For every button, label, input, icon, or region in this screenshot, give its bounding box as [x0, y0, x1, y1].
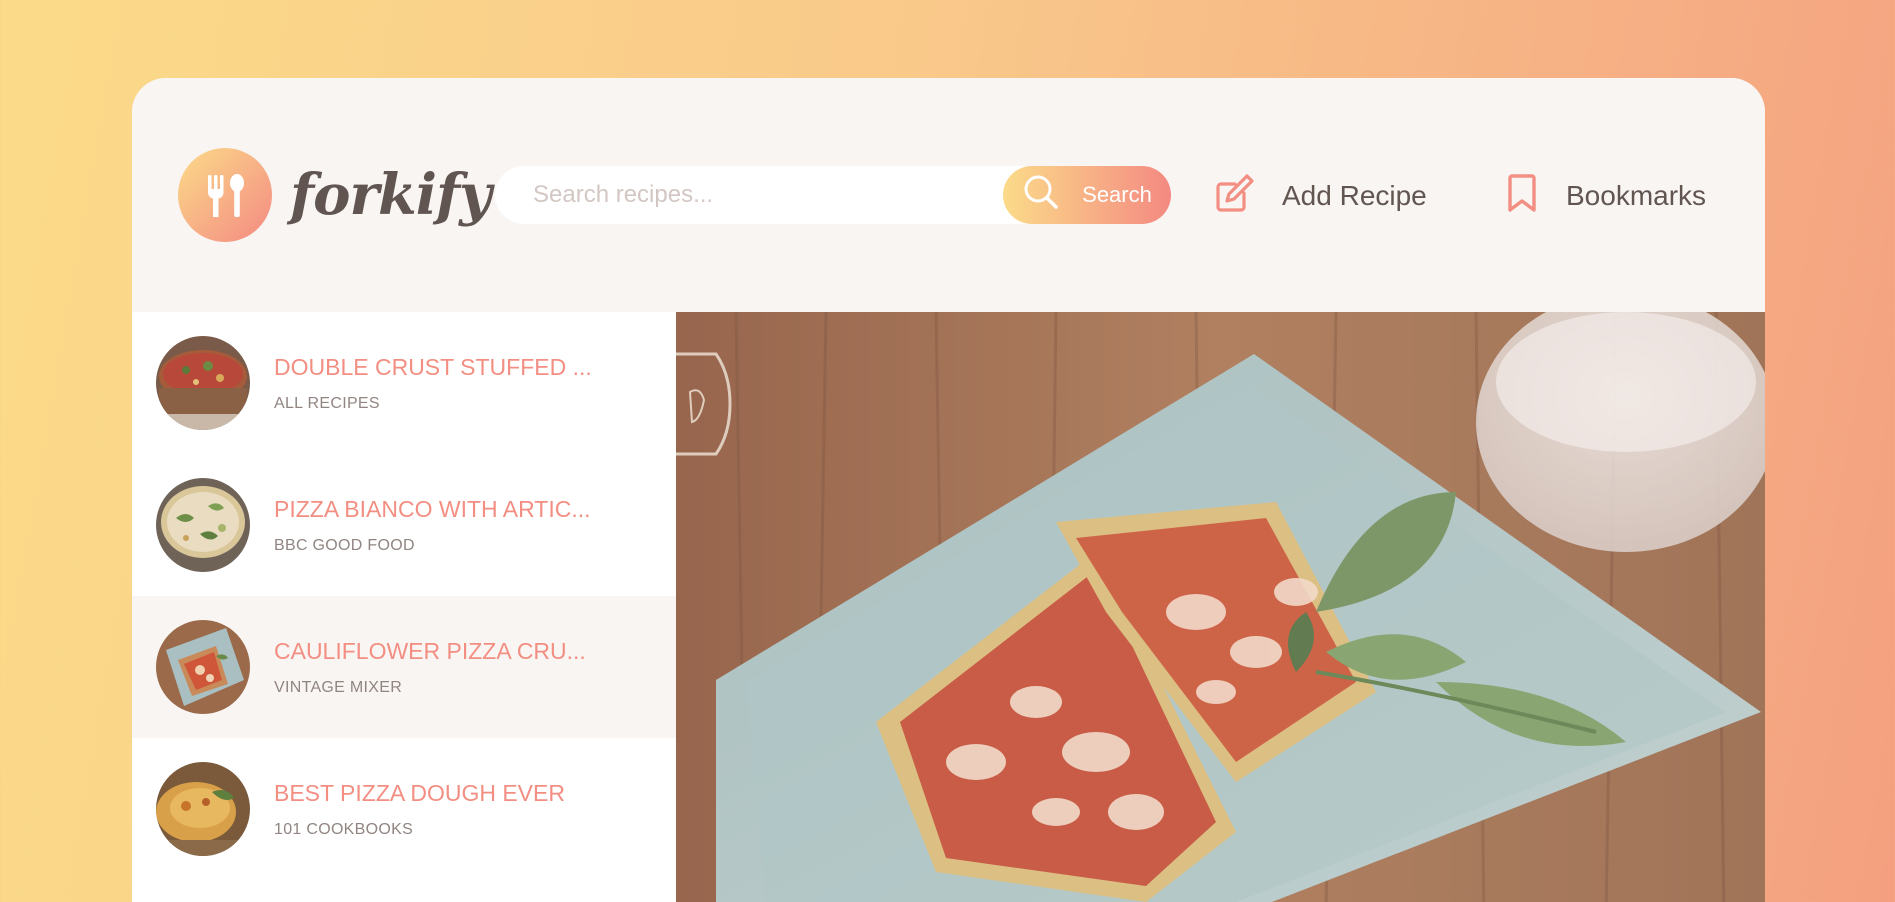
- fork-spoon-icon: [178, 148, 272, 242]
- result-text: Cauliflower pizza cru... Vintage Mixer: [274, 638, 586, 697]
- search-button[interactable]: Search: [1003, 166, 1171, 224]
- search-input[interactable]: [495, 166, 1003, 224]
- recipe-thumbnail: [156, 762, 250, 856]
- search-icon: [1022, 173, 1060, 217]
- result-item[interactable]: Double crust stuffed ... All Recipes: [132, 312, 676, 454]
- bookmarks-label: Bookmarks: [1566, 180, 1707, 211]
- result-item[interactable]: Best pizza dough ever 101 Cookbooks: [132, 738, 676, 880]
- logo-text: forkify: [290, 162, 492, 228]
- recipe-hero-image: [676, 312, 1765, 902]
- result-publisher: Vintage Mixer: [274, 678, 403, 696]
- header: forkify Search Add Reci: [132, 78, 1765, 312]
- result-title: Best pizza dough ever: [274, 779, 565, 806]
- recipe-thumbnail: [156, 336, 250, 430]
- result-publisher: All Recipes: [274, 394, 380, 412]
- bookmark-icon: [1504, 172, 1540, 221]
- result-item[interactable]: Cauliflower pizza cru... Vintage Mixer: [132, 596, 676, 738]
- add-recipe-button[interactable]: Add Recipe: [1214, 170, 1427, 222]
- result-text: Double crust stuffed ... All Recipes: [274, 354, 592, 413]
- app-container: forkify Search Add Reci: [132, 78, 1765, 902]
- recipe-thumbnail: [156, 478, 250, 572]
- search-form: Search: [495, 166, 1171, 224]
- logo[interactable]: forkify: [178, 148, 492, 242]
- result-title: Pizza bianco with artic...: [274, 495, 591, 522]
- search-button-label: Search: [1082, 182, 1152, 207]
- search-results: Double crust stuffed ... All Recipes Pi: [132, 312, 676, 902]
- add-recipe-label: Add Recipe: [1282, 180, 1427, 211]
- edit-icon: [1214, 172, 1256, 221]
- result-text: Pizza bianco with artic... BBC Good Food: [274, 496, 591, 555]
- result-text: Best pizza dough ever 101 Cookbooks: [274, 780, 565, 839]
- result-title: Double crust stuffed ...: [274, 353, 592, 380]
- bookmarks-button[interactable]: Bookmarks: [1504, 170, 1706, 222]
- result-publisher: 101 Cookbooks: [274, 820, 414, 838]
- result-publisher: BBC Good Food: [274, 536, 415, 554]
- result-item[interactable]: Pizza bianco with artic... BBC Good Food: [132, 454, 676, 596]
- result-title: Cauliflower pizza cru...: [274, 637, 586, 664]
- recipe-thumbnail: [156, 620, 250, 714]
